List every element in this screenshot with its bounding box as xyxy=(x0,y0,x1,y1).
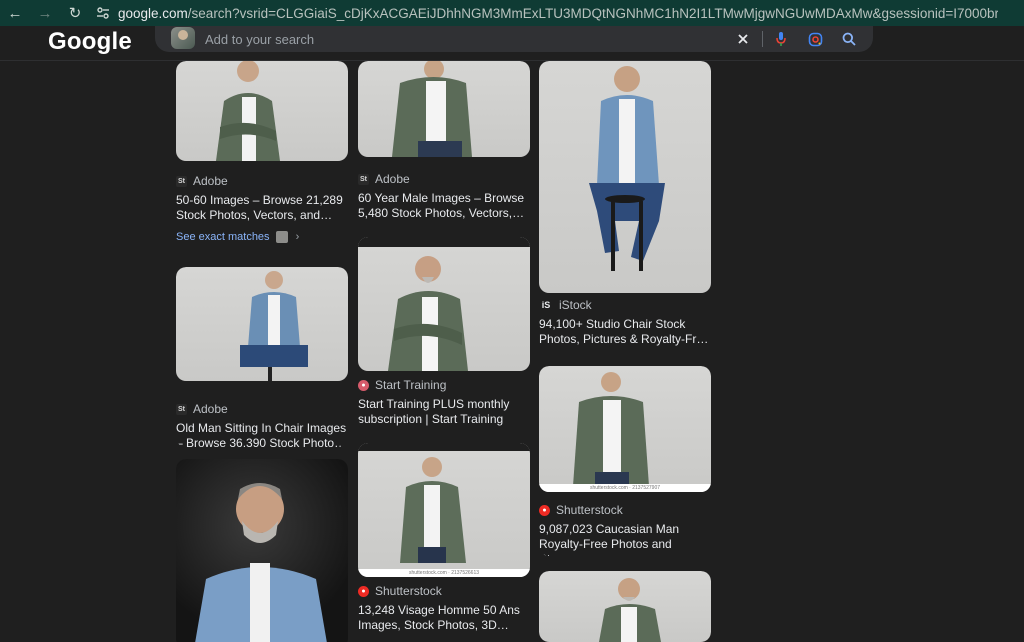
result-title[interactable]: 13,248 Visage Homme 50 Ans Images, Stock… xyxy=(358,603,530,633)
result-image[interactable] xyxy=(358,61,530,157)
image-watermark: shutterstock.com · 2137527907 xyxy=(539,484,711,492)
result-card[interactable] xyxy=(539,571,711,642)
adobe-stock-icon: St xyxy=(358,173,369,185)
result-card[interactable]: shutterstock.com · 2137526613 ● Shutters… xyxy=(358,443,530,642)
search-divider xyxy=(762,31,763,47)
browser-toolbar: ← → ↻ google.com/search?vsrid=CLGGiaiS_c… xyxy=(0,0,1024,26)
result-source[interactable]: iS iStock xyxy=(539,297,711,313)
result-title[interactable]: 94,100+ Studio Chair Stock Photos, Pictu… xyxy=(539,317,711,347)
result-source[interactable]: St Adobe xyxy=(176,401,348,417)
result-card[interactable]: St Adobe 50-60 Images – Browse 21,289 St… xyxy=(176,61,348,251)
url-path: /search?vsrid=CLGGiaiS_cDjKxACGAEiJDhhNG… xyxy=(187,5,998,21)
result-image[interactable] xyxy=(539,571,711,642)
microphone-icon xyxy=(776,32,786,46)
start-training-icon: ● xyxy=(358,379,369,391)
reload-icon: ↻ xyxy=(68,5,82,22)
search-box[interactable] xyxy=(155,26,873,52)
shutterstock-icon: ● xyxy=(358,585,369,597)
result-source[interactable]: ● Shutterstock xyxy=(358,583,530,599)
result-source[interactable]: ● Shutterstock xyxy=(539,502,711,518)
result-source[interactable]: St Adobe xyxy=(358,171,530,187)
result-title[interactable]: 9,087,023 Caucasian Man Royalty-Free Pho… xyxy=(539,522,711,556)
result-card[interactable]: shutterstock.com · 2137527907 ● Shutters… xyxy=(539,366,711,556)
istock-icon: iS xyxy=(541,300,551,310)
url-host: google.com xyxy=(118,5,188,21)
result-image[interactable] xyxy=(539,61,711,293)
exact-match-thumbnail xyxy=(275,231,288,243)
back-button[interactable]: ← xyxy=(0,0,30,26)
back-arrow-icon: ← xyxy=(7,4,23,22)
voice-search-button[interactable] xyxy=(771,29,791,49)
result-source[interactable]: St Adobe xyxy=(176,173,348,189)
result-image[interactable]: shutterstock.com · 2137526613 xyxy=(358,443,530,577)
clear-search-button[interactable] xyxy=(733,29,753,49)
shutterstock-icon: ● xyxy=(539,504,550,516)
image-watermark: shutterstock.com · 2137526613 xyxy=(358,569,530,577)
address-bar[interactable]: google.com/search?vsrid=CLGGiaiS_cDjKxAC… xyxy=(118,6,998,21)
result-card[interactable]: ● Start Training Start Training PLUS mon… xyxy=(358,237,530,427)
search-icon xyxy=(842,32,856,46)
site-info-icon[interactable] xyxy=(94,4,112,22)
result-card[interactable]: iS iStock 94,100+ Studio Chair Stock Pho… xyxy=(539,61,711,351)
result-image[interactable]: shutterstock.com · 2137527907 xyxy=(539,366,711,492)
result-card[interactable] xyxy=(176,459,348,642)
result-image[interactable] xyxy=(358,237,530,371)
image-results-grid: St Adobe 50-60 Images – Browse 21,289 St… xyxy=(0,61,1024,642)
reload-button[interactable]: ↻ xyxy=(60,0,90,26)
adobe-stock-icon: St xyxy=(176,175,187,187)
google-header: Google xyxy=(0,26,1024,61)
forward-arrow-icon: → xyxy=(37,4,53,22)
result-title[interactable]: Old Man Sitting In Chair Images – Browse… xyxy=(176,421,348,447)
result-image[interactable] xyxy=(176,267,348,381)
adobe-stock-icon: St xyxy=(176,403,187,415)
search-input[interactable] xyxy=(203,28,707,50)
lens-search-button[interactable] xyxy=(805,29,825,49)
result-image[interactable] xyxy=(176,61,348,161)
see-exact-matches-link[interactable]: See exact matches › xyxy=(176,231,348,243)
result-card[interactable]: St Adobe Old Man Sitting In Chair Images… xyxy=(176,267,348,447)
result-title[interactable]: Start Training PLUS monthly subscription… xyxy=(358,397,530,427)
result-title[interactable]: 60 Year Male Images – Browse 5,480 Stock… xyxy=(358,191,530,221)
chevron-right-icon: › xyxy=(295,231,300,243)
search-submit-button[interactable] xyxy=(839,29,859,49)
forward-button[interactable]: → xyxy=(30,0,60,26)
result-title[interactable]: 50-60 Images – Browse 21,289 Stock Photo… xyxy=(176,193,348,223)
close-icon xyxy=(738,34,748,44)
result-card[interactable]: St Adobe 60 Year Male Images – Browse 5,… xyxy=(358,61,530,226)
search-image-thumbnail[interactable] xyxy=(171,27,195,49)
result-source[interactable]: ● Start Training xyxy=(358,377,530,393)
google-lens-icon xyxy=(808,32,822,46)
google-logo[interactable]: Google xyxy=(48,28,132,56)
result-image[interactable] xyxy=(176,459,348,642)
